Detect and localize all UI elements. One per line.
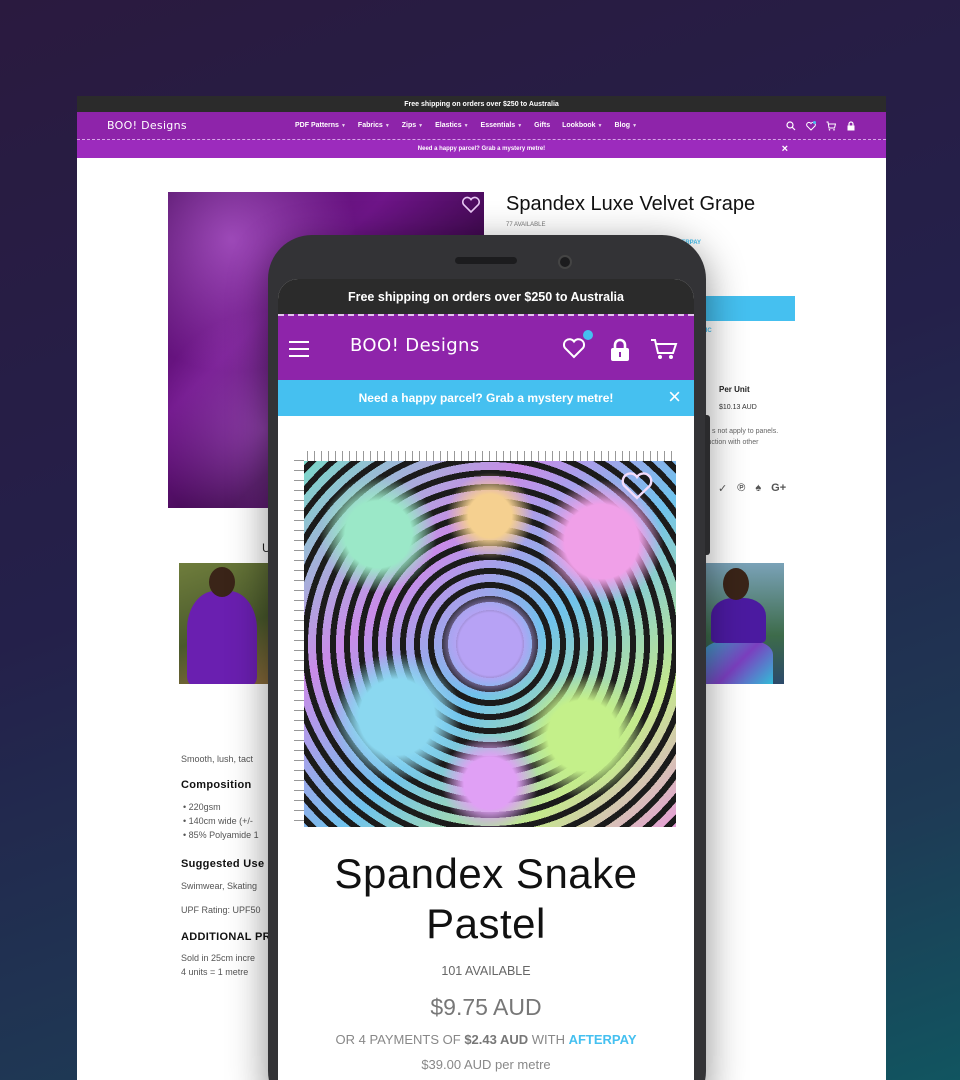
afterpay-info: OR 4 PAYMENTS OF $2.43 AUD WITH AFTERPAY [335,1032,637,1047]
chevron-down-icon: ▼ [384,122,390,129]
lock-icon[interactable] [610,338,630,362]
shipping-banner-text: Free shipping on orders over $250 to Aus… [347,289,624,304]
site-logo[interactable]: BOO! Designs [107,119,187,132]
product-title: Spandex Luxe Velvet Grape [506,193,756,215]
additional-heading: ADDITIONAL PR [181,931,271,943]
phone-mockup: Free shipping on orders over $250 to Aus… [268,235,710,1080]
pinterest-icon[interactable]: ℗ [737,482,745,495]
sold-info: Sold in 25cm incre [181,953,256,963]
phone-camera [558,255,572,269]
chevron-down-icon: ▼ [517,122,523,129]
chevron-down-icon: ▼ [597,122,603,129]
mobile-promo-banner: Need a happy parcel? Grab a mystery metr… [278,380,694,416]
fancy-icon[interactable]: ♠ [755,482,761,495]
chevron-down-icon: ▼ [463,122,469,129]
search-icon[interactable] [786,120,796,131]
shipping-banner: Free shipping on orders over $250 to Aus… [77,96,886,112]
lookbook-photo[interactable] [701,563,784,684]
sold-info: 4 units = 1 metre [181,967,249,977]
mobile-navigation: BOO! Designs [278,314,694,380]
promo-banner: Need a happy parcel? Grab a mystery metr… [77,140,886,158]
chevron-down-icon: ▼ [340,122,346,129]
close-icon[interactable]: × [668,384,681,410]
social-share: ✓ ℗ ♠ G+ [718,482,786,495]
ruler [294,451,304,827]
chevron-down-icon: ▼ [632,122,638,129]
phone-speaker [455,257,517,264]
nav-icons [786,120,856,131]
composition-item: • 220gsm [183,802,221,812]
wishlist-heart-icon[interactable] [806,120,816,131]
afterpay-link[interactable]: AFTERPAY [569,1032,637,1047]
ruler [294,451,676,461]
cart-icon[interactable] [650,338,678,360]
nav-item-lookbook[interactable]: Lookbook ▼ [562,122,602,129]
wishlist-heart-icon[interactable] [461,196,481,214]
wishlist-badge [583,330,593,340]
per-unit-heading: Per Unit [719,385,750,394]
shipping-banner-text: Free shipping on orders over $250 to Aus… [404,100,559,108]
lock-icon[interactable] [846,120,856,131]
nav-menu: PDF Patterns ▼ Fabrics ▼ Zips ▼ Elastics ▼ E… [295,122,637,129]
product-price: $9.75 AUD [430,994,542,1020]
phone-side-button [705,415,710,555]
promo-text[interactable]: Need a happy parcel? Grab a mystery metr… [418,146,545,152]
nav-item-blog[interactable]: Blog ▼ [615,122,638,129]
hamburger-menu-icon[interactable] [289,341,309,357]
main-navigation: BOO! Designs PDF Patterns ▼ Fabrics ▼ Zips… [77,112,886,140]
stock-available: 77 AVAILABLE [506,222,546,228]
twitter-icon[interactable]: ✓ [718,482,727,495]
product-title: Spandex Snake Pastel [334,850,638,947]
composition-item: • 140cm wide (+/- [183,816,253,826]
nav-item-gifts[interactable]: Gifts [534,122,550,129]
nav-item-zips[interactable]: Zips ▼ [402,122,423,129]
google-plus-icon[interactable]: G+ [771,482,786,495]
lookbook-photo[interactable] [179,563,272,684]
nav-item-essentials[interactable]: Essentials ▼ [481,122,523,129]
upf-rating: UPF Rating: UPF50 [181,905,261,915]
composition-heading: Composition [181,779,252,791]
product-note: njuction with other [702,439,759,446]
nav-item-fabrics[interactable]: Fabrics ▼ [358,122,390,129]
mobile-shipping-banner: Free shipping on orders over $250 to Aus… [278,279,694,314]
price-per-metre: $39.00 AUD per metre [421,1057,551,1072]
promo-text[interactable]: Need a happy parcel? Grab a mystery metr… [359,391,614,405]
stock-available: 101 AVAILABLE [441,964,531,978]
chevron-down-icon: ▼ [418,122,424,129]
wishlist-heart-icon[interactable] [562,337,586,359]
suggested-use-text: Swimwear, Skating [181,881,258,891]
cart-icon[interactable] [826,121,836,131]
product-note: s not apply to panels. [712,428,779,435]
composition-item: • 85% Polyamide 1 [183,830,259,840]
site-logo[interactable]: BOO! Designs [350,335,480,356]
wishlist-heart-icon[interactable] [620,471,654,501]
nav-item-pdf-patterns[interactable]: PDF Patterns ▼ [295,122,346,129]
nav-item-elastics[interactable]: Elastics ▼ [435,122,468,129]
close-icon[interactable]: × [782,143,788,155]
description-intro: Smooth, lush, tact [181,754,254,764]
per-unit-value: $10.13 AUD [719,404,757,411]
product-image[interactable] [294,451,676,827]
suggested-use-heading: Suggested Use [181,858,265,870]
